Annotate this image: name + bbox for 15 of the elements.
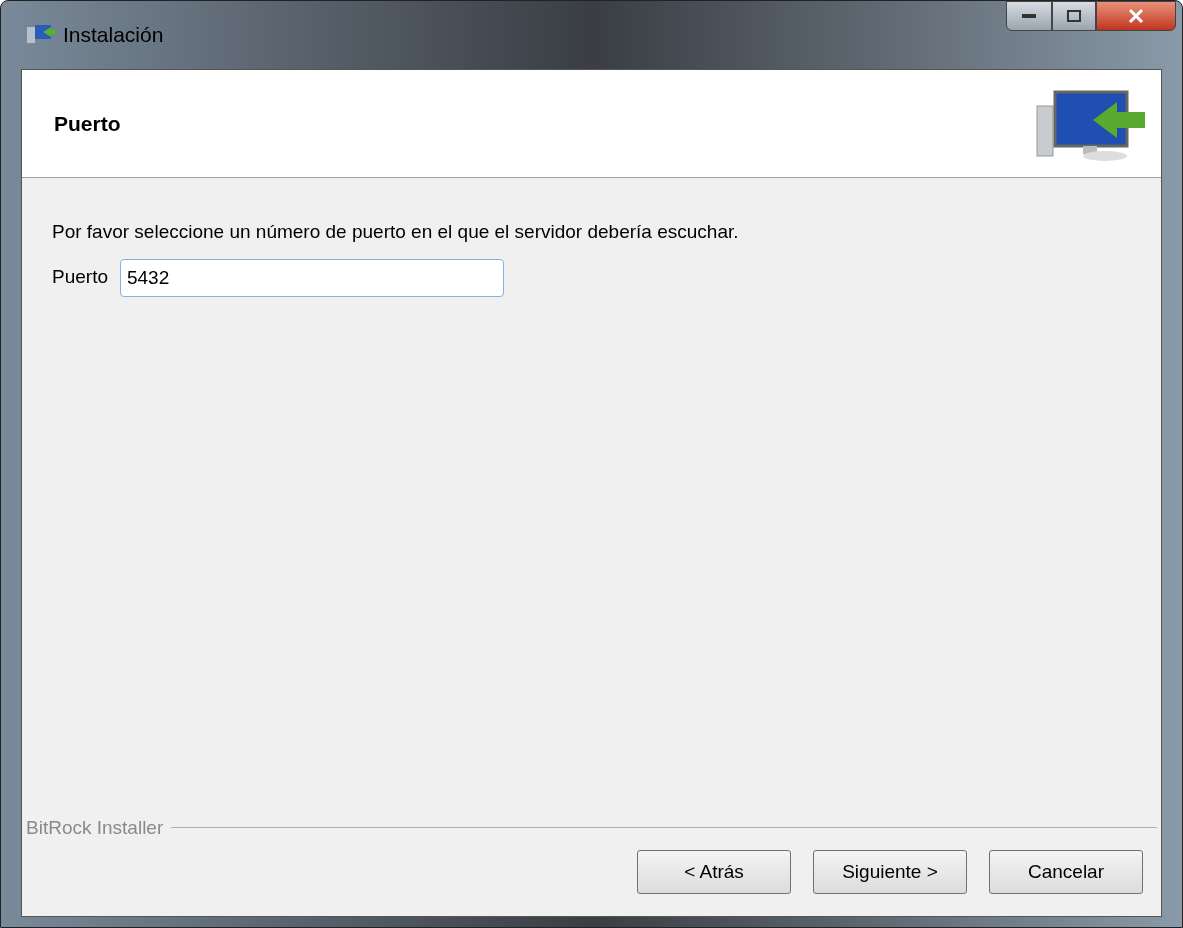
minimize-button[interactable] [1006,1,1052,31]
close-icon [1128,9,1144,23]
installer-brand-text: BitRock Installer [26,815,164,840]
wizard-button[interactable]: Cancelar [989,850,1143,894]
maximize-icon [1067,10,1081,22]
port-label: Puerto [52,265,108,290]
instruction-text: Por favor seleccione un número de puerto en el que el servidor debería escuchar. [52,220,740,244]
window-title: Instalación [63,22,164,49]
wizard-button[interactable]: < Atrás [637,850,791,894]
minimize-icon [1022,13,1036,19]
port-input-field[interactable]: 5432 [120,258,504,297]
wizard-button[interactable]: Siguiente > [813,850,967,894]
maximize-button[interactable] [1052,1,1096,31]
page-title: Puerto [54,110,121,137]
close-button[interactable] [1096,1,1176,31]
